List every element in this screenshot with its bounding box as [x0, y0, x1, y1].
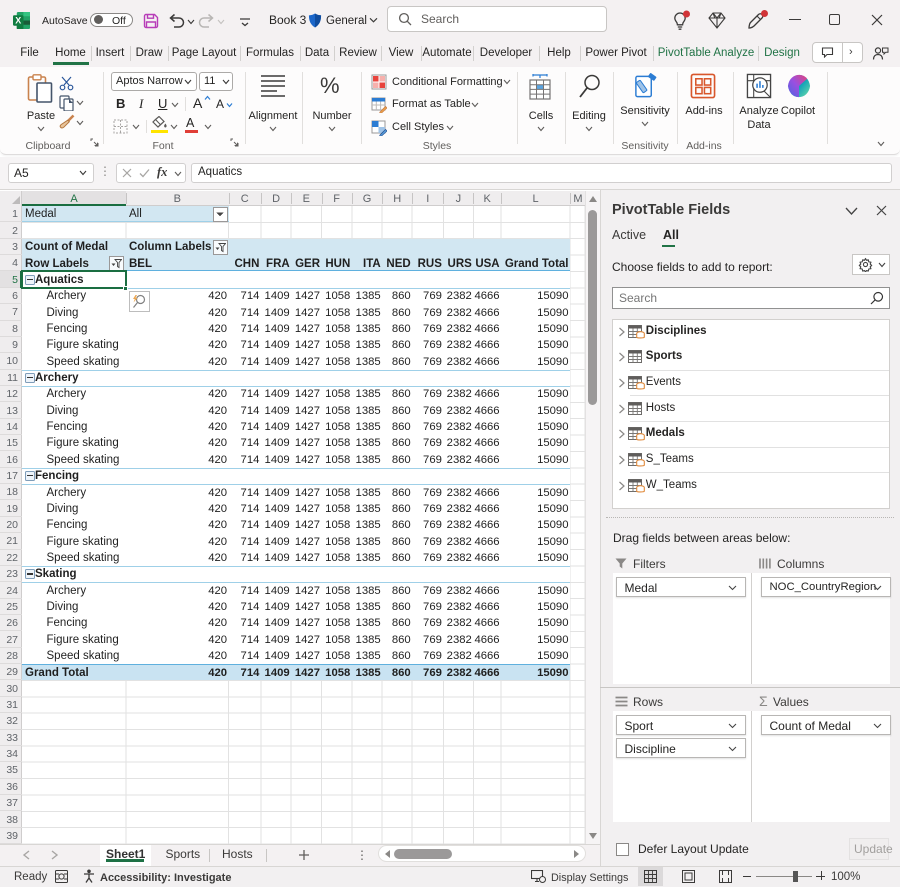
svg-text:X: X	[15, 16, 21, 26]
